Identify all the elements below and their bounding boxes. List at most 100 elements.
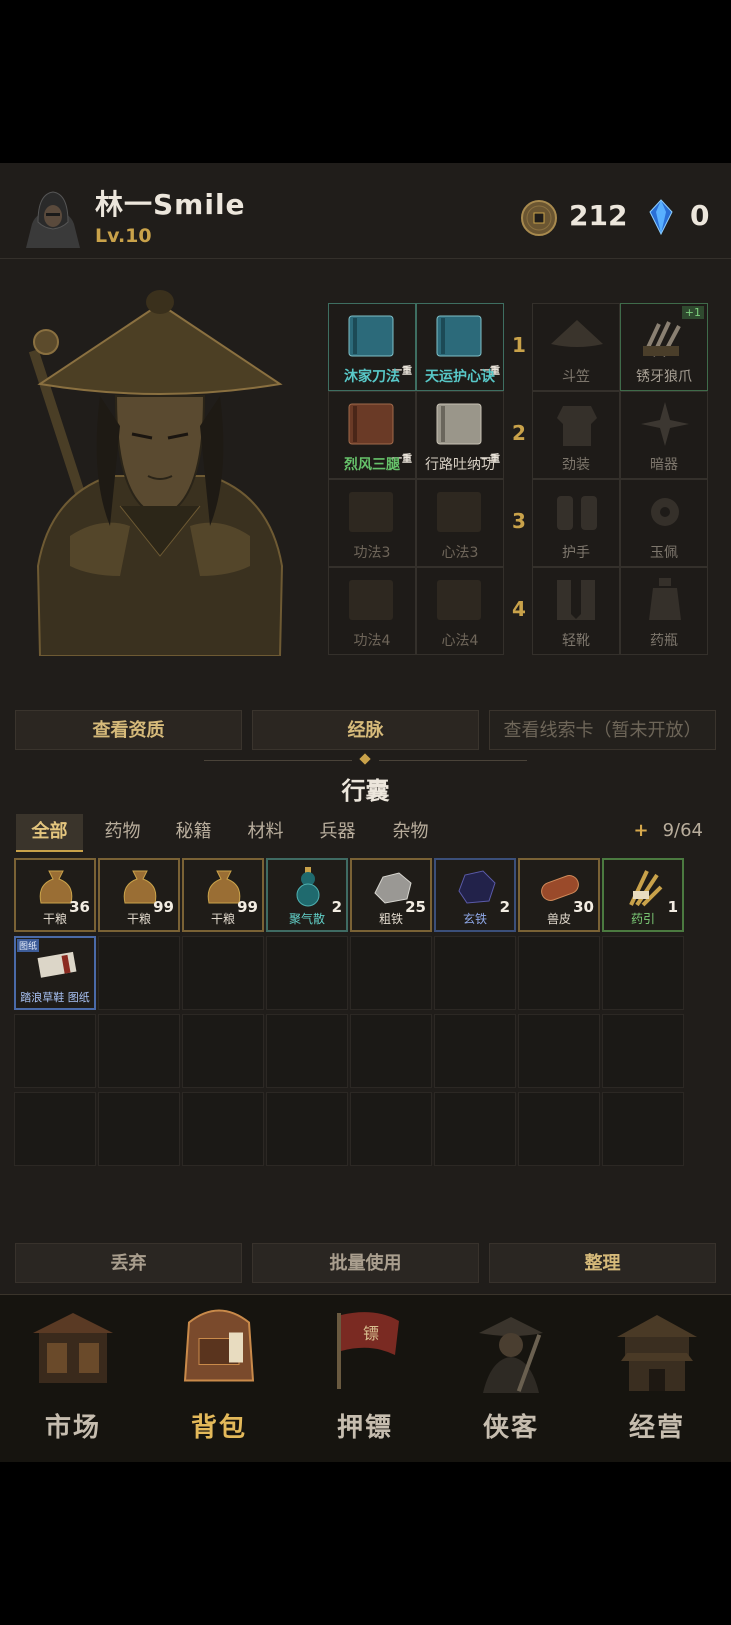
- inventory-slot[interactable]: 99 干粮: [98, 858, 180, 932]
- tab-weapons[interactable]: 兵器: [304, 814, 371, 850]
- book-icon: [348, 403, 394, 445]
- inventory-slot[interactable]: 25 粗铁: [350, 858, 432, 932]
- gear-slot-weapon[interactable]: +1 锈牙狼爪: [620, 303, 708, 391]
- row-number: 3: [512, 509, 526, 533]
- gear-label: 轻靴: [562, 633, 590, 649]
- gear-slot-hat[interactable]: 斗笠: [532, 303, 620, 391]
- skill-slot-1-1[interactable]: 一重 沐家刀法: [328, 303, 416, 391]
- player-avatar[interactable]: [18, 188, 88, 250]
- book-icon: [436, 403, 482, 445]
- expand-bag-icon[interactable]: +: [633, 820, 648, 841]
- herb-bundle-icon: [629, 870, 663, 907]
- empty-slot[interactable]: [14, 1092, 96, 1166]
- skill-slot-1-2[interactable]: 一重 天运护心诀: [416, 303, 504, 391]
- skill-slot-3-2[interactable]: 心法3: [416, 479, 504, 567]
- inventory-slot[interactable]: 1 药引: [602, 858, 684, 932]
- empty-slot[interactable]: [14, 1014, 96, 1088]
- item-name: 干粮: [210, 912, 235, 926]
- boots-icon: [557, 580, 595, 620]
- empty-slot[interactable]: [182, 1014, 264, 1088]
- inventory-slot[interactable]: 30 兽皮: [518, 858, 600, 932]
- empty-slot[interactable]: [434, 1014, 516, 1088]
- player-level: Lv.10: [95, 225, 152, 247]
- discard-button[interactable]: 丢弃: [15, 1243, 242, 1283]
- skill-slot-4-2[interactable]: 心法4: [416, 567, 504, 655]
- book-icon: [349, 492, 393, 532]
- row-number: 2: [512, 421, 526, 445]
- meridian-button[interactable]: 经脉: [252, 710, 479, 750]
- empty-slot[interactable]: [266, 1014, 348, 1088]
- empty-slot[interactable]: [518, 1092, 600, 1166]
- building-icon: [617, 1315, 697, 1391]
- empty-slot[interactable]: [266, 1092, 348, 1166]
- gear-slot-boots[interactable]: 轻靴: [532, 567, 620, 655]
- gear-slot-pendant[interactable]: 玉佩: [620, 479, 708, 567]
- gear-slot-hidden-weapon[interactable]: 暗器: [620, 391, 708, 479]
- empty-slot[interactable]: [518, 1014, 600, 1088]
- gear-slot-clothing[interactable]: 劲装: [532, 391, 620, 479]
- empty-slot[interactable]: [266, 936, 348, 1010]
- inventory-slot[interactable]: 2 聚气散: [266, 858, 348, 932]
- gear-label: 护手: [562, 545, 590, 561]
- empty-slot[interactable]: [602, 936, 684, 1010]
- skill-label: 功法3: [353, 545, 391, 561]
- copper-coin-icon: [521, 200, 557, 236]
- batch-use-button[interactable]: 批量使用: [252, 1243, 479, 1283]
- gear-slot-potion[interactable]: 药瓶: [620, 567, 708, 655]
- gear-label: 锈牙狼爪: [636, 369, 692, 385]
- nav-label: 市场: [44, 1413, 101, 1443]
- empty-slot[interactable]: [182, 1092, 264, 1166]
- empty-slot[interactable]: [98, 1014, 180, 1088]
- empty-slot[interactable]: [602, 1092, 684, 1166]
- gauntlet-icon: [557, 496, 597, 530]
- empty-slot[interactable]: [98, 1092, 180, 1166]
- nav-business[interactable]: 经营: [584, 1295, 730, 1462]
- player-header: 林一Smile Lv.10 212 0: [0, 163, 731, 259]
- empty-slot[interactable]: [434, 1092, 516, 1166]
- gear-slot-gloves[interactable]: 护手: [532, 479, 620, 567]
- market-stall-icon: [33, 1313, 113, 1383]
- empty-slot[interactable]: [98, 936, 180, 1010]
- skill-label: 功法4: [353, 633, 391, 649]
- svg-text:镖: 镖: [363, 1324, 379, 1343]
- divider-right: [379, 760, 527, 761]
- inventory-slot[interactable]: 99 干粮: [182, 858, 264, 932]
- nav-backpack[interactable]: 背包: [146, 1295, 292, 1462]
- view-aptitude-button[interactable]: 查看资质: [15, 710, 242, 750]
- book-icon: [436, 315, 482, 357]
- inventory-slot[interactable]: 图纸 踏浪草鞋 图纸: [14, 936, 96, 1010]
- sort-button[interactable]: 整理: [489, 1243, 716, 1283]
- empty-slot[interactable]: [602, 1014, 684, 1088]
- item-name: 踏浪草鞋 图纸: [20, 991, 90, 1004]
- tab-misc[interactable]: 杂物: [377, 814, 444, 850]
- nav-escort[interactable]: 镖 押镖: [292, 1295, 438, 1462]
- nav-market[interactable]: 市场: [0, 1295, 146, 1462]
- backpack-icon: [183, 1309, 255, 1382]
- item-name: 粗铁: [378, 912, 403, 926]
- empty-slot[interactable]: [182, 936, 264, 1010]
- empty-slot[interactable]: [350, 1092, 432, 1166]
- tab-materials[interactable]: 材料: [232, 814, 299, 850]
- armor-icon: [557, 406, 597, 446]
- nav-heroes[interactable]: 侠客: [438, 1295, 584, 1462]
- gear-label: 药瓶: [650, 633, 678, 649]
- empty-slot[interactable]: [350, 1014, 432, 1088]
- clue-card-button[interactable]: 查看线索卡（暂未开放）: [489, 710, 716, 750]
- book-icon: [349, 580, 393, 620]
- tab-medicine[interactable]: 药物: [89, 814, 156, 850]
- inventory-slot[interactable]: 2 玄铁: [434, 858, 516, 932]
- tab-manuals[interactable]: 秘籍: [160, 814, 227, 850]
- skill-slot-4-1[interactable]: 功法4: [328, 567, 416, 655]
- inventory-slot[interactable]: 36 干粮: [14, 858, 96, 932]
- tab-all[interactable]: 全部: [16, 814, 83, 852]
- skill-slot-3-1[interactable]: 功法3: [328, 479, 416, 567]
- empty-slot[interactable]: [350, 936, 432, 1010]
- bottom-navigation: 市场 背包 镖 押镖 侠客 经营: [0, 1294, 731, 1462]
- skill-slot-2-1[interactable]: 一重 烈风三腿: [328, 391, 416, 479]
- skill-slot-2-2[interactable]: 一重 行路吐纳功: [416, 391, 504, 479]
- empty-slot[interactable]: [518, 936, 600, 1010]
- swordsman-icon: [479, 1317, 543, 1393]
- character-portrait: [20, 276, 295, 657]
- empty-slot[interactable]: [434, 936, 516, 1010]
- divider-diamond: [359, 753, 371, 765]
